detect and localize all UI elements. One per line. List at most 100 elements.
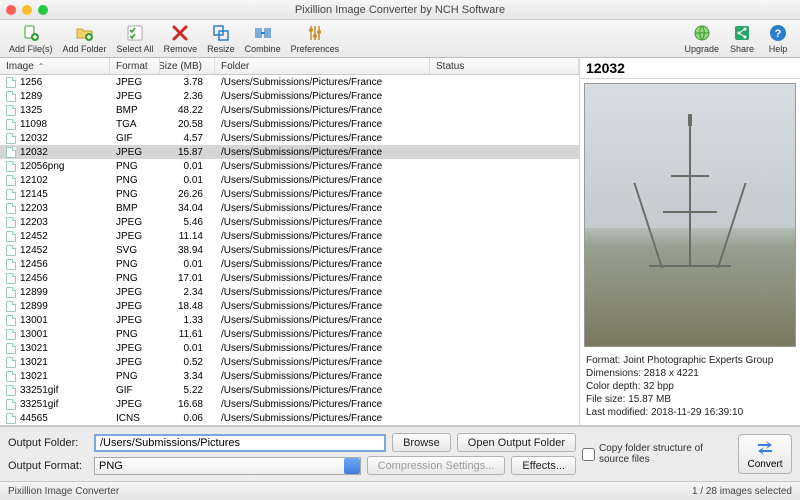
- cell-format: TGA: [110, 119, 160, 130]
- cell-folder: /Users/Submissions/Pictures/France: [215, 343, 430, 354]
- file-icon: [6, 217, 16, 228]
- cell-name: 1256: [20, 77, 42, 88]
- output-folder-input[interactable]: [94, 434, 386, 452]
- toolbar-label: Combine: [245, 44, 281, 54]
- cell-format: JPEG: [110, 357, 160, 368]
- cell-format: JPEG: [110, 231, 160, 242]
- cell-folder: /Users/Submissions/Pictures/France: [215, 77, 430, 88]
- toolbar-label: Add File(s): [9, 44, 53, 54]
- cell-folder: /Users/Submissions/Pictures/France: [215, 189, 430, 200]
- open-output-folder-button[interactable]: Open Output Folder: [457, 433, 576, 452]
- table-row[interactable]: 12203BMP34.04/Users/Submissions/Pictures…: [0, 201, 579, 215]
- cell-format: JPEG: [110, 147, 160, 158]
- table-row[interactable]: 12452SVG38.94/Users/Submissions/Pictures…: [0, 243, 579, 257]
- table-row[interactable]: 13021JPEG0.52/Users/Submissions/Pictures…: [0, 355, 579, 369]
- cell-size: 2.34: [160, 287, 215, 298]
- close-window-button[interactable]: [6, 5, 16, 15]
- cell-size: 48.22: [160, 105, 215, 116]
- table-row[interactable]: 33251gifGIF5.22/Users/Submissions/Pictur…: [0, 383, 579, 397]
- combine-button[interactable]: Combine: [240, 20, 286, 57]
- table-row[interactable]: 1256JPEG3.78/Users/Submissions/Pictures/…: [0, 75, 579, 89]
- minimize-window-button[interactable]: [22, 5, 32, 15]
- table-row[interactable]: 12102PNG0.01/Users/Submissions/Pictures/…: [0, 173, 579, 187]
- cell-folder: /Users/Submissions/Pictures/France: [215, 315, 430, 326]
- cell-format: BMP: [110, 203, 160, 214]
- compression-settings-button[interactable]: Compression Settings...: [367, 456, 506, 475]
- cell-format: GIF: [110, 133, 160, 144]
- output-format-label: Output Format:: [8, 460, 88, 472]
- output-format-select[interactable]: PNG: [94, 457, 361, 475]
- status-right: 1 / 28 images selected: [692, 486, 792, 497]
- cell-format: PNG: [110, 371, 160, 382]
- svg-text:?: ?: [775, 28, 782, 40]
- help-button[interactable]: ?Help: [760, 20, 796, 57]
- file-icon: [6, 119, 16, 130]
- toolbar-label: Add Folder: [63, 44, 107, 54]
- browse-button[interactable]: Browse: [392, 433, 451, 452]
- table-row[interactable]: 13021JPEG0.01/Users/Submissions/Pictures…: [0, 341, 579, 355]
- cell-name: 1325: [20, 105, 42, 116]
- add-files-button[interactable]: Add File(s): [4, 20, 58, 57]
- cell-folder: /Users/Submissions/Pictures/France: [215, 259, 430, 270]
- cell-folder: /Users/Submissions/Pictures/France: [215, 357, 430, 368]
- table-row[interactable]: 1325BMP48.22/Users/Submissions/Pictures/…: [0, 103, 579, 117]
- add-folder-button[interactable]: Add Folder: [58, 20, 112, 57]
- cell-size: 3.34: [160, 371, 215, 382]
- select-all-button[interactable]: Select All: [112, 20, 159, 57]
- table-row[interactable]: 13001JPEG1.33/Users/Submissions/Pictures…: [0, 313, 579, 327]
- remove-button[interactable]: Remove: [159, 20, 203, 57]
- table-row[interactable]: 12452JPEG11.14/Users/Submissions/Picture…: [0, 229, 579, 243]
- convert-button[interactable]: Convert: [738, 434, 792, 474]
- file-icon: [6, 413, 16, 424]
- file-icon: [6, 133, 16, 144]
- table-row[interactable]: 12899JPEG2.34/Users/Submissions/Pictures…: [0, 285, 579, 299]
- table-row[interactable]: 11098TGA20.58/Users/Submissions/Pictures…: [0, 117, 579, 131]
- effects-button[interactable]: Effects...: [511, 456, 576, 475]
- col-status[interactable]: Status: [430, 58, 579, 74]
- col-size[interactable]: Size (MB): [160, 58, 215, 74]
- table-row[interactable]: 12145PNG26.26/Users/Submissions/Pictures…: [0, 187, 579, 201]
- table-row[interactable]: 12032GIF4.57/Users/Submissions/Pictures/…: [0, 131, 579, 145]
- resize-button[interactable]: Resize: [202, 20, 240, 57]
- upgrade-button[interactable]: Upgrade: [679, 20, 724, 57]
- file-icon: [6, 315, 16, 326]
- col-image[interactable]: Image: [0, 58, 110, 74]
- cell-size: 11.14: [160, 231, 215, 242]
- zoom-window-button[interactable]: [38, 5, 48, 15]
- table-row[interactable]: 13021PNG3.34/Users/Submissions/Pictures/…: [0, 369, 579, 383]
- table-row[interactable]: 12203JPEG5.46/Users/Submissions/Pictures…: [0, 215, 579, 229]
- cell-name: 12452: [20, 245, 48, 256]
- table-row[interactable]: 44565ICNS0.06/Users/Submissions/Pictures…: [0, 411, 579, 425]
- cell-format: GIF: [110, 385, 160, 396]
- cell-format: JPEG: [110, 315, 160, 326]
- col-folder[interactable]: Folder: [215, 58, 430, 74]
- cell-folder: /Users/Submissions/Pictures/France: [215, 147, 430, 158]
- copy-folder-structure-checkbox[interactable]: Copy folder structure of source files: [582, 443, 732, 465]
- cell-size: 26.26: [160, 189, 215, 200]
- table-row[interactable]: 1289JPEG2.36/Users/Submissions/Pictures/…: [0, 89, 579, 103]
- copy-structure-input[interactable]: [582, 448, 595, 461]
- preferences-button[interactable]: Preferences: [286, 20, 345, 57]
- cell-format: JPEG: [110, 217, 160, 228]
- table-row[interactable]: 12456PNG0.01/Users/Submissions/Pictures/…: [0, 257, 579, 271]
- share-button[interactable]: Share: [724, 20, 760, 57]
- cell-format: JPEG: [110, 287, 160, 298]
- cell-size: 0.06: [160, 413, 215, 424]
- share-icon: [732, 23, 752, 43]
- table-row[interactable]: 12899JPEG18.48/Users/Submissions/Picture…: [0, 299, 579, 313]
- table-row[interactable]: 12456PNG17.01/Users/Submissions/Pictures…: [0, 271, 579, 285]
- cell-format: JPEG: [110, 343, 160, 354]
- table-row[interactable]: 12032JPEG15.87/Users/Submissions/Picture…: [0, 145, 579, 159]
- file-icon: [6, 329, 16, 340]
- cell-size: 4.57: [160, 133, 215, 144]
- preview-metadata: Format: Joint Photographic Experts Group…: [580, 351, 800, 425]
- table-row[interactable]: 13001PNG11.61/Users/Submissions/Pictures…: [0, 327, 579, 341]
- col-format[interactable]: Format: [110, 58, 160, 74]
- cell-format: PNG: [110, 259, 160, 270]
- cell-name: 13001: [20, 315, 48, 326]
- table-row[interactable]: 12056pngPNG0.01/Users/Submissions/Pictur…: [0, 159, 579, 173]
- cell-folder: /Users/Submissions/Pictures/France: [215, 245, 430, 256]
- meta-filesize: File size: 15.87 MB: [586, 393, 794, 406]
- table-row[interactable]: 33251gifJPEG16.68/Users/Submissions/Pict…: [0, 397, 579, 411]
- cell-name: 12899: [20, 301, 48, 312]
